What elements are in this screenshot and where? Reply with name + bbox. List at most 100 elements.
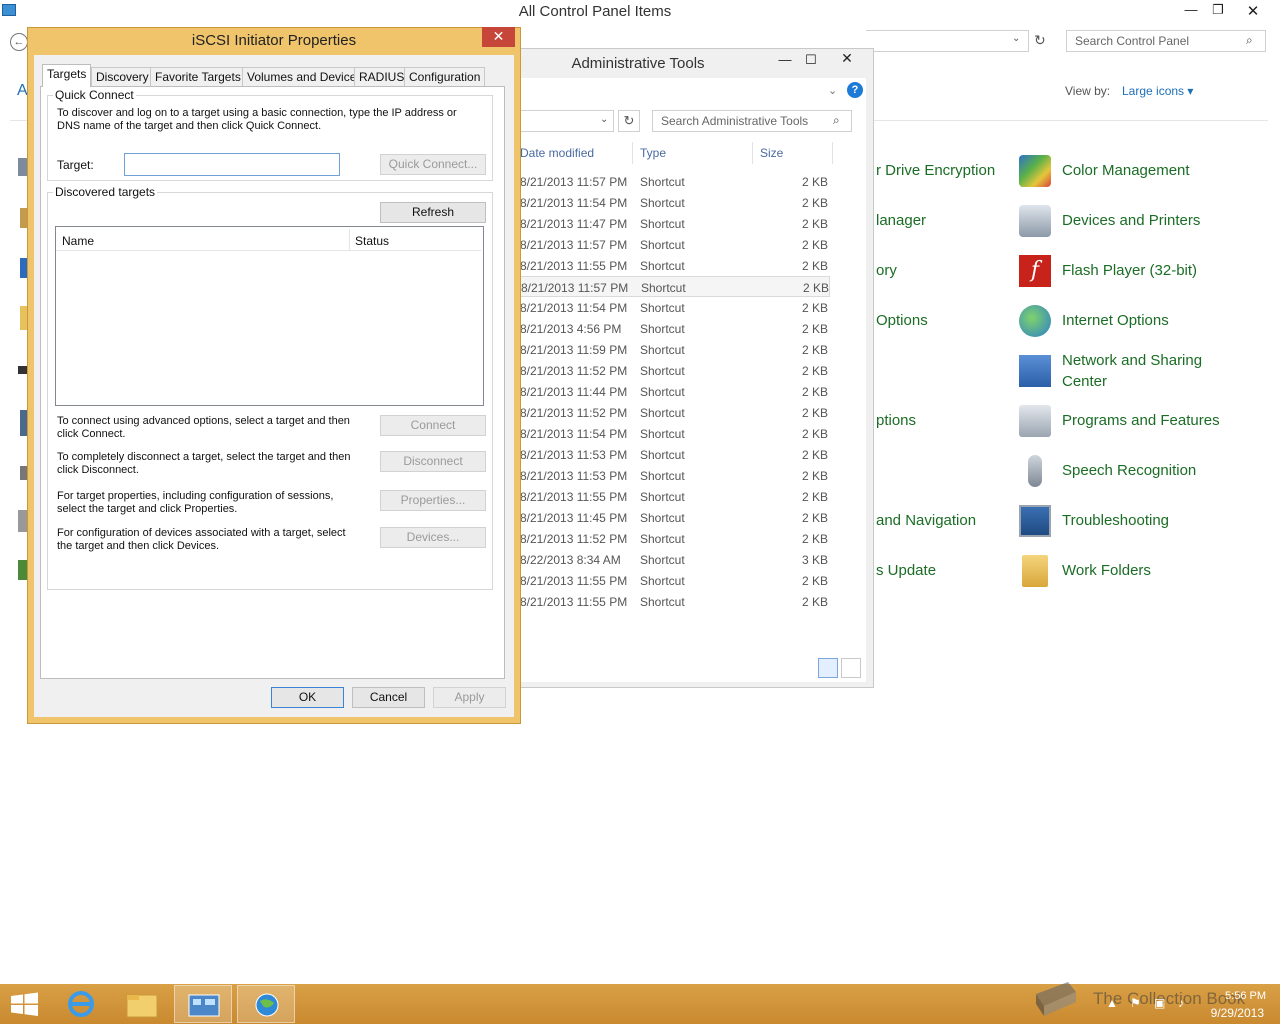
table-row[interactable]: 8/21/2013 11:54 PM Shortcut 2 KB [520,297,830,318]
folder-icon[interactable] [1022,555,1048,587]
microphone-icon[interactable] [1028,455,1042,487]
cancel-button[interactable]: Cancel [352,687,425,708]
cp-item-devices-and-printers[interactable]: Devices and Printers [1062,210,1200,231]
cp-item-work-folders[interactable]: Work Folders [1062,560,1151,581]
ok-button[interactable]: OK [271,687,344,708]
table-row[interactable]: 8/21/2013 11:44 PM Shortcut 2 KB [520,381,830,402]
tab-discovery[interactable]: Discovery [91,67,154,86]
show-hidden-icons-icon[interactable]: ▲ [1106,996,1118,1010]
table-row[interactable]: 8/22/2013 8:34 AM Shortcut 3 KB [520,549,830,570]
clock-date[interactable]: 9/29/2013 [1206,1006,1264,1020]
column-separator[interactable] [752,142,753,164]
column-header-size[interactable]: Size [760,146,783,160]
table-row[interactable]: 8/21/2013 11:52 PM Shortcut 2 KB [520,528,830,549]
discovered-targets-list[interactable] [55,226,484,406]
cp-item-speech-recognition[interactable]: Speech Recognition [1062,460,1196,481]
table-row[interactable]: 8/21/2013 11:52 PM Shortcut 2 KB [520,402,830,423]
table-row[interactable]: 8/21/2013 4:56 PM Shortcut 2 KB [520,318,830,339]
large-icons-view-icon[interactable] [841,658,861,678]
color-management-icon[interactable] [1019,155,1051,187]
target-input[interactable] [124,153,340,176]
table-row[interactable]: 8/21/2013 11:53 PM Shortcut 2 KB [520,444,830,465]
table-row[interactable]: 8/21/2013 11:53 PM Shortcut 2 KB [520,465,830,486]
internet-explorer-taskbar-button[interactable] [52,985,110,1023]
quick-connect-button[interactable]: Quick Connect... [380,154,486,175]
table-row[interactable]: 8/21/2013 11:45 PM Shortcut 2 KB [520,507,830,528]
help-icon[interactable]: ? [847,82,863,98]
column-separator[interactable] [632,142,633,164]
column-header-type[interactable]: Type [640,146,666,160]
control-panel-search-input[interactable]: Search Control Panel [1066,30,1266,52]
table-row[interactable]: 8/21/2013 11:47 PM Shortcut 2 KB [520,213,830,234]
ribbon-expand-icon[interactable]: ⌄ [828,84,837,97]
back-arrow-icon[interactable]: ← [10,33,28,51]
file-explorer-taskbar-button[interactable] [113,985,171,1023]
refresh-button[interactable]: Refresh [380,202,486,223]
view-by-dropdown[interactable]: Large icons ▾ [1122,84,1193,98]
troubleshooting-icon[interactable] [1019,505,1051,537]
chevron-down-icon[interactable]: ⌄ [1012,33,1020,44]
connect-button[interactable]: Connect [380,415,486,436]
column-separator[interactable] [832,142,833,164]
table-row[interactable]: 8/21/2013 11:57 PM Shortcut 2 KB [520,276,830,297]
flash-player-icon[interactable]: f [1019,255,1051,287]
table-row[interactable]: 8/21/2013 11:54 PM Shortcut 2 KB [520,423,830,444]
cp-item-troubleshooting[interactable]: Troubleshooting [1062,510,1169,531]
table-row[interactable]: 8/21/2013 11:57 PM Shortcut 2 KB [520,234,830,255]
cp-item-network-and-sharing[interactable]: Network and Sharing Center [1062,350,1242,392]
cp-item-partial[interactable]: Options [876,310,928,331]
column-separator[interactable] [349,229,350,251]
table-row[interactable]: 8/21/2013 11:55 PM Shortcut 2 KB [520,255,830,276]
tab-targets[interactable]: Targets [42,64,92,87]
properties-button[interactable]: Properties... [380,490,486,511]
clock-time[interactable]: 5:56 PM [1216,990,1266,1002]
tab-favorite-targets[interactable]: Favorite Targets [150,67,246,86]
cp-item-color-management[interactable]: Color Management [1062,160,1190,181]
volume-icon[interactable]: ♪ [1178,996,1184,1010]
minimize-icon[interactable]: — [772,52,798,67]
admin-tools-search-input[interactable]: Search Administrative Tools [652,110,852,132]
refresh-icon[interactable]: ↻ [618,110,640,132]
maximize-icon[interactable]: ☐ [798,52,824,68]
flag-icon[interactable]: ⚑ [1130,996,1141,1010]
close-icon[interactable]: ✕ [482,27,515,47]
table-row[interactable]: 8/21/2013 11:55 PM Shortcut 2 KB [520,486,830,507]
printer-icon[interactable] [1019,205,1051,237]
search-icon[interactable]: ⌕ [1246,33,1253,48]
table-row[interactable]: 8/21/2013 11:52 PM Shortcut 2 KB [520,360,830,381]
table-row[interactable]: 8/21/2013 11:54 PM Shortcut 2 KB [520,192,830,213]
iscsi-initiator-taskbar-button[interactable] [237,985,295,1023]
cp-item-partial[interactable]: s Update [876,560,936,581]
network-tray-icon[interactable]: ▣ [1154,996,1165,1010]
control-panel-address-bar[interactable] [866,30,1029,52]
cp-item-partial[interactable]: and Navigation [876,510,976,531]
restore-icon[interactable]: ❐ [1205,2,1231,18]
apply-button[interactable]: Apply [433,687,506,708]
tab-configuration[interactable]: Configuration [404,67,486,86]
cp-item-partial[interactable]: r Drive Encryption [876,160,995,181]
minimize-icon[interactable]: — [1178,2,1204,17]
column-header-status[interactable]: Status [355,234,389,248]
table-row[interactable]: 8/21/2013 11:55 PM Shortcut 2 KB [520,591,830,612]
table-row[interactable]: 8/21/2013 11:57 PM Shortcut 2 KB [520,171,830,192]
cp-item-programs-and-features[interactable]: Programs and Features [1062,410,1220,431]
cp-item-partial[interactable]: ory [876,260,897,281]
table-row[interactable]: 8/21/2013 11:59 PM Shortcut 2 KB [520,339,830,360]
cp-item-partial[interactable]: lanager [876,210,926,231]
refresh-icon[interactable]: ↻ [1034,32,1046,49]
tab-radius[interactable]: RADIUS [354,67,410,86]
chevron-down-icon[interactable]: ⌄ [600,114,608,125]
close-icon[interactable]: ✕ [834,50,860,67]
disconnect-button[interactable]: Disconnect [380,451,486,472]
cp-item-partial[interactable]: ptions [876,410,916,431]
control-panel-taskbar-button[interactable] [174,985,232,1023]
column-header-date-modified[interactable]: Date modified [520,146,594,160]
table-row[interactable]: 8/21/2013 11:55 PM Shortcut 2 KB [520,570,830,591]
cp-item-flash-player[interactable]: Flash Player (32-bit) [1062,260,1197,281]
programs-icon[interactable] [1019,405,1051,437]
close-icon[interactable]: ✕ [1240,2,1266,20]
tab-volumes-and-devices[interactable]: Volumes and Devices [242,67,368,86]
search-icon[interactable]: ⌕ [833,113,840,128]
cp-item-internet-options[interactable]: Internet Options [1062,310,1169,331]
devices-button[interactable]: Devices... [380,527,486,548]
